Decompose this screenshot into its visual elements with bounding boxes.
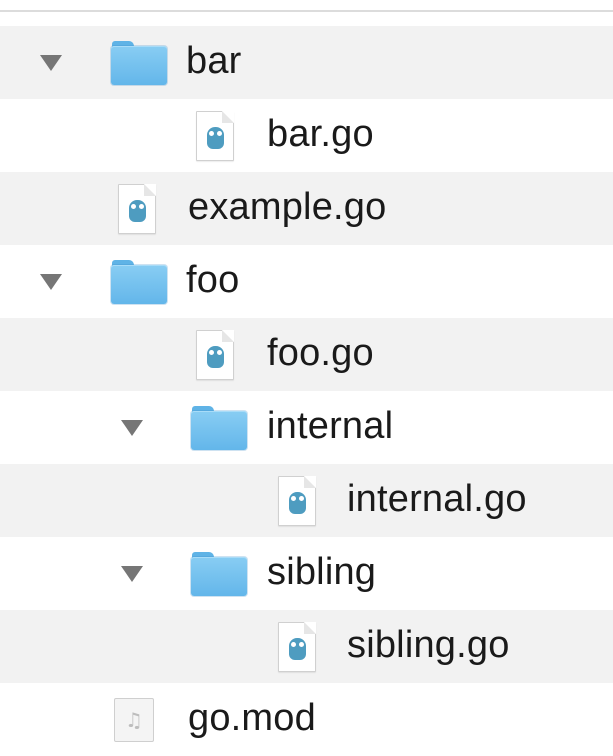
tree-item-label: go.mod bbox=[188, 696, 316, 739]
disclosure-triangle-down-icon[interactable] bbox=[40, 273, 62, 290]
folder-icon bbox=[111, 40, 167, 85]
tree-item-label: internal bbox=[267, 404, 394, 447]
tree-item-label: sibling.go bbox=[347, 623, 510, 666]
tree-item-label: bar bbox=[186, 39, 242, 82]
disclosure-triangle-down-icon[interactable] bbox=[121, 565, 143, 582]
disclosure-triangle-down-icon[interactable] bbox=[121, 419, 143, 436]
tree-row-bar-go[interactable]: bar.go bbox=[0, 99, 613, 172]
music-note-file-icon: ♫ bbox=[114, 697, 154, 742]
tree-row-sibling-go[interactable]: sibling.go bbox=[0, 610, 613, 683]
tree-item-label: internal.go bbox=[347, 477, 527, 520]
disclosure-triangle-down-icon[interactable] bbox=[40, 54, 62, 71]
tree-row-sibling[interactable]: sibling bbox=[0, 537, 613, 610]
go-gopher-file-icon bbox=[196, 329, 234, 380]
go-gopher-file-icon bbox=[196, 110, 234, 161]
tree-row-example-go[interactable]: example.go bbox=[0, 172, 613, 245]
go-gopher-file-icon bbox=[278, 475, 316, 526]
tree-item-label: bar.go bbox=[267, 112, 374, 155]
tree-item-label: example.go bbox=[188, 185, 387, 228]
top-divider bbox=[0, 0, 613, 26]
go-gopher-file-icon bbox=[278, 621, 316, 672]
tree-row-foo[interactable]: foo bbox=[0, 245, 613, 318]
tree-item-label: foo bbox=[186, 258, 240, 301]
tree-item-label: sibling bbox=[267, 550, 377, 593]
go-gopher-file-icon bbox=[118, 183, 156, 234]
folder-icon bbox=[111, 259, 167, 304]
file-tree: bar bar.go example.go foo foo.go interna… bbox=[0, 26, 613, 756]
folder-icon bbox=[191, 551, 247, 596]
tree-row-go-mod[interactable]: ♫ go.mod bbox=[0, 683, 613, 756]
tree-row-internal[interactable]: internal bbox=[0, 391, 613, 464]
tree-row-bar[interactable]: bar bbox=[0, 26, 613, 99]
folder-icon bbox=[191, 405, 247, 450]
tree-row-foo-go[interactable]: foo.go bbox=[0, 318, 613, 391]
tree-row-internal-go[interactable]: internal.go bbox=[0, 464, 613, 537]
tree-item-label: foo.go bbox=[267, 331, 374, 374]
